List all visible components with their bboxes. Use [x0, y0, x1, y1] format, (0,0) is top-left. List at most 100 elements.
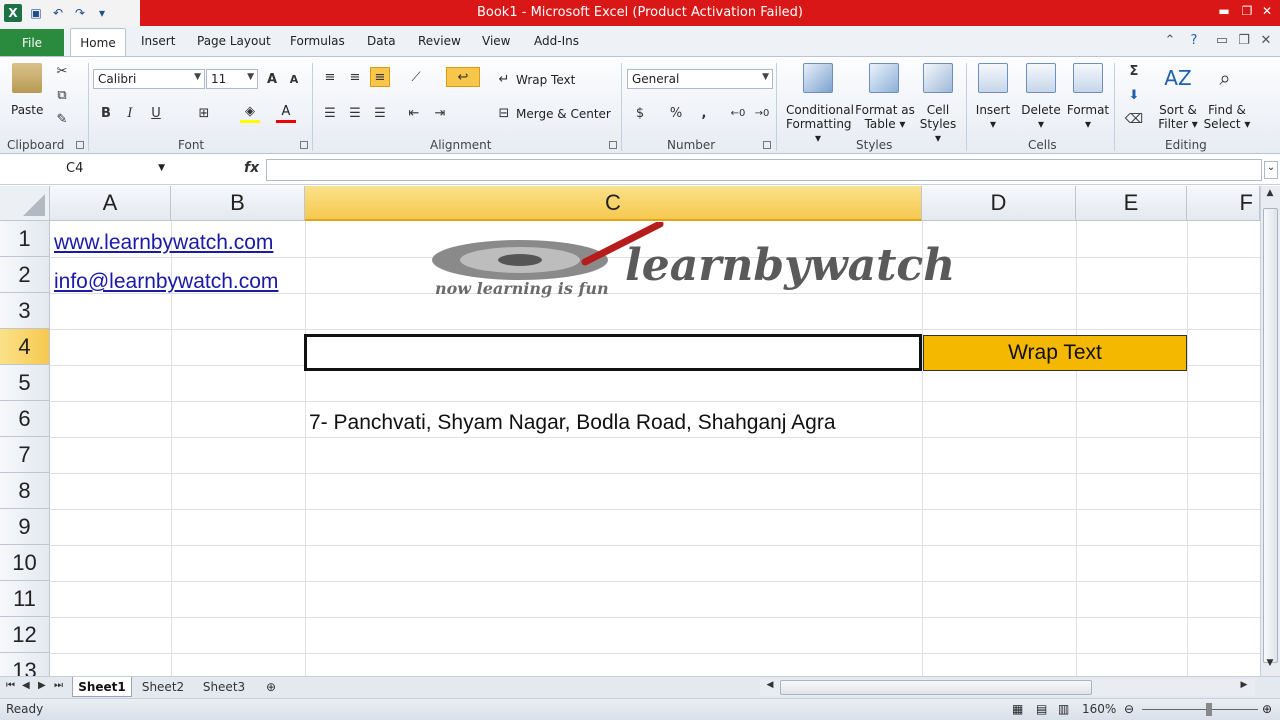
find-select-button[interactable]: Find & Select ▾: [1202, 103, 1252, 131]
zoom-slider-thumb[interactable]: [1206, 703, 1212, 716]
formula-input[interactable]: [266, 159, 1262, 181]
insert-sheet-icon[interactable]: ⊕: [258, 677, 284, 697]
autosum-button[interactable]: Σ: [1124, 61, 1144, 81]
page-layout-view-icon[interactable]: ▤: [1036, 702, 1047, 716]
first-sheet-icon[interactable]: ⏮: [6, 680, 15, 691]
expand-formula-bar-icon[interactable]: ⌄: [1264, 161, 1278, 179]
sheet-tab-sheet3[interactable]: Sheet3: [195, 677, 253, 697]
zoom-slider[interactable]: [1142, 709, 1258, 710]
row-header-10[interactable]: 10: [0, 545, 50, 581]
align-center-icon[interactable]: ☰: [345, 103, 365, 123]
wrap-text-button[interactable]: Wrap Text: [516, 73, 575, 87]
align-left-icon[interactable]: ☰: [320, 103, 340, 123]
number-format-combo[interactable]: General ▼: [627, 69, 773, 89]
zoom-in-icon[interactable]: ⊕: [1262, 702, 1272, 716]
increase-decimal-icon[interactable]: ←0: [728, 103, 748, 123]
format-painter-icon[interactable]: ✎: [52, 109, 72, 129]
conditional-formatting-button[interactable]: Conditional Formatting ▾: [786, 103, 854, 145]
vertical-scrollbar[interactable]: ▲ ▼: [1260, 186, 1280, 676]
address-cell[interactable]: 7- Panchvati, Shyam Nagar, Bodla Road, S…: [309, 411, 836, 435]
column-header-f[interactable]: F: [1187, 186, 1260, 221]
page-break-view-icon[interactable]: ▥: [1058, 702, 1069, 716]
tab-formulas[interactable]: Formulas: [290, 34, 345, 48]
font-launcher-icon[interactable]: [300, 141, 308, 149]
insert-cells-button[interactable]: Insert ▾: [972, 103, 1014, 131]
next-sheet-icon[interactable]: ▶: [38, 680, 46, 691]
vertical-scroll-thumb[interactable]: [1263, 208, 1278, 663]
wrap-text-toggle-icon[interactable]: ↩: [446, 67, 480, 87]
scroll-down-icon[interactable]: ▼: [1262, 658, 1278, 674]
insert-cells-icon[interactable]: [978, 63, 1008, 93]
borders-icon[interactable]: ⊞: [194, 103, 214, 123]
format-cells-icon[interactable]: [1073, 63, 1103, 93]
horizontal-scroll-thumb[interactable]: [780, 680, 1092, 695]
tab-review[interactable]: Review: [418, 34, 461, 48]
sort-filter-button[interactable]: Sort & Filter ▾: [1154, 103, 1202, 131]
chevron-down-icon[interactable]: ▼: [158, 163, 165, 173]
decrease-decimal-icon[interactable]: →0: [752, 103, 772, 123]
copy-icon[interactable]: ⧉: [52, 85, 72, 105]
row-header-3[interactable]: 3: [0, 293, 50, 329]
scroll-left-icon[interactable]: ◀: [762, 680, 778, 696]
format-as-table-button[interactable]: Format as Table ▾: [855, 103, 915, 131]
format-as-table-icon[interactable]: [869, 63, 899, 93]
tab-data[interactable]: Data: [367, 34, 396, 48]
last-sheet-icon[interactable]: ⏭: [54, 680, 63, 691]
align-right-icon[interactable]: ☰: [370, 103, 390, 123]
italic-button[interactable]: I: [120, 103, 140, 123]
merge-center-button[interactable]: Merge & Center: [516, 107, 611, 121]
minimize-icon[interactable]: ▬: [1215, 4, 1233, 20]
horizontal-scrollbar[interactable]: ◀ ▶: [760, 679, 1255, 696]
normal-view-icon[interactable]: ▦: [1012, 702, 1023, 716]
percent-button[interactable]: %: [666, 103, 686, 123]
column-header-c[interactable]: C: [305, 186, 922, 221]
doc-close-icon[interactable]: ✕: [1258, 33, 1274, 49]
row-header-7[interactable]: 7: [0, 437, 50, 473]
tab-home[interactable]: Home: [70, 28, 126, 56]
row-header-11[interactable]: 11: [0, 581, 50, 617]
decrease-indent-icon[interactable]: ⇤: [404, 103, 424, 123]
grow-font-button[interactable]: A: [262, 69, 282, 89]
tab-file[interactable]: File: [0, 29, 64, 56]
row-header-8[interactable]: 8: [0, 473, 50, 509]
insert-function-button[interactable]: fx: [244, 160, 259, 176]
tab-insert[interactable]: Insert: [141, 34, 175, 48]
row-header-5[interactable]: 5: [0, 365, 50, 401]
worksheet-grid[interactable]: A B C D E F 1 2 3 4 5 6 7 8 9 10 11 12 1…: [0, 186, 1260, 676]
row-header-4[interactable]: 4: [0, 329, 50, 365]
cell-styles-button[interactable]: Cell Styles ▾: [915, 103, 961, 145]
sort-filter-icon[interactable]: AZ: [1163, 63, 1193, 93]
email-link[interactable]: info@learnbywatch.com: [54, 270, 278, 294]
shrink-font-button[interactable]: A: [284, 69, 304, 89]
font-name-combo[interactable]: Calibri ▼: [93, 69, 205, 89]
alignment-launcher-icon[interactable]: [609, 141, 617, 149]
doc-restore-icon[interactable]: ❐: [1236, 33, 1252, 49]
zoom-out-icon[interactable]: ⊖: [1124, 702, 1134, 716]
prev-sheet-icon[interactable]: ◀: [22, 680, 30, 691]
doc-minimize-icon[interactable]: ▭: [1214, 33, 1230, 49]
format-cells-button[interactable]: Format ▾: [1066, 103, 1110, 131]
row-header-6[interactable]: 6: [0, 401, 50, 437]
cell-styles-icon[interactable]: [923, 63, 953, 93]
clear-icon[interactable]: ⌫: [1124, 109, 1144, 129]
row-header-9[interactable]: 9: [0, 509, 50, 545]
row-header-13[interactable]: 13: [0, 653, 50, 676]
comma-button[interactable]: ,: [694, 103, 714, 123]
paste-icon[interactable]: [12, 63, 42, 93]
row-header-2[interactable]: 2: [0, 257, 50, 293]
help-icon[interactable]: ?: [1186, 33, 1202, 49]
binoculars-icon[interactable]: ⌕: [1210, 63, 1240, 93]
font-size-combo[interactable]: 11 ▼: [206, 69, 258, 89]
restore-icon[interactable]: ❐: [1238, 4, 1256, 20]
tab-add-ins[interactable]: Add-Ins: [534, 34, 579, 48]
tab-page-layout[interactable]: Page Layout: [197, 34, 271, 48]
column-header-d[interactable]: D: [922, 186, 1076, 221]
font-color-icon[interactable]: A: [276, 103, 296, 123]
column-header-a[interactable]: A: [50, 186, 171, 221]
sheet-tab-sheet1[interactable]: Sheet1: [72, 677, 132, 697]
delete-cells-icon[interactable]: [1026, 63, 1056, 93]
selected-cell-c4[interactable]: [304, 334, 922, 371]
wrap-text-cell[interactable]: Wrap Text: [923, 335, 1187, 371]
increase-indent-icon[interactable]: ⇥: [430, 103, 450, 123]
underline-button[interactable]: U: [146, 103, 166, 123]
